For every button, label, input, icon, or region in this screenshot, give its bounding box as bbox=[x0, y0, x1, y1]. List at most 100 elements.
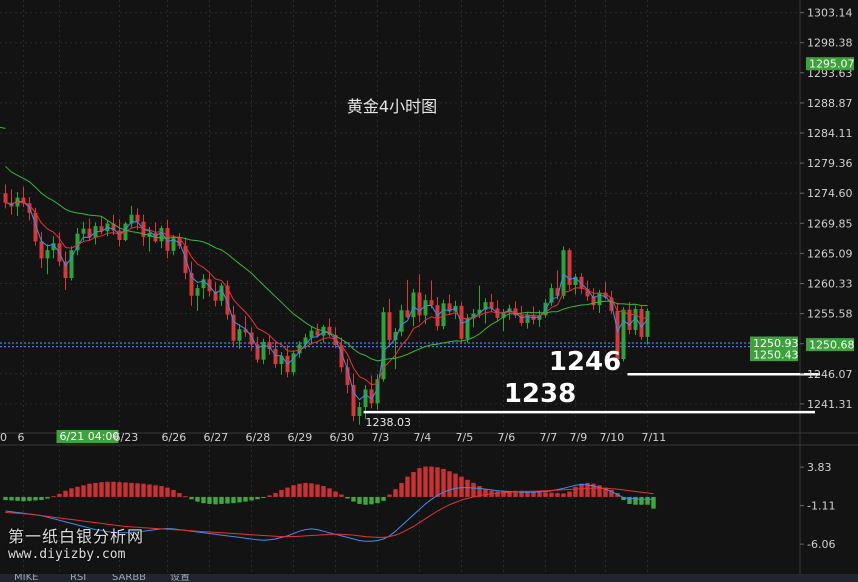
candle-body bbox=[237, 329, 242, 341]
price-tag: 1250.43 bbox=[750, 348, 799, 362]
price-axis: 1303.141298.381293.631288.871284.111279.… bbox=[750, 7, 855, 411]
candle-body bbox=[429, 300, 434, 306]
macd-histogram-bar bbox=[159, 486, 164, 497]
candle bbox=[591, 288, 596, 310]
macd-histogram-bar bbox=[555, 493, 560, 497]
tab-settings[interactable]: 设置 bbox=[170, 574, 190, 582]
macd-histogram-bar bbox=[645, 496, 650, 505]
candle-body bbox=[45, 250, 50, 259]
macd-histogram-bar bbox=[21, 496, 26, 502]
date-axis: 0 6 6/21 04:006/23 6/26 6/27 6/28 6/29 6/30 7/3 7… bbox=[0, 430, 666, 444]
macd-histogram-bar bbox=[339, 494, 344, 497]
candle bbox=[195, 284, 200, 311]
candle bbox=[261, 338, 266, 365]
macd-histogram-bar bbox=[33, 496, 38, 501]
y-tick-label: 1255.58 bbox=[807, 308, 853, 321]
y-tick-label: 1303.14 bbox=[807, 7, 853, 20]
macd-histogram-bar bbox=[231, 496, 236, 504]
macd-histogram-bar bbox=[537, 491, 542, 497]
macd-histogram-bar bbox=[153, 485, 158, 497]
macd-histogram-bar bbox=[81, 485, 86, 497]
x-tick-label: 6/23 bbox=[114, 431, 139, 444]
tab-rsi[interactable]: RSI bbox=[70, 574, 86, 582]
macd-histogram-bar bbox=[201, 496, 206, 504]
macd-histogram-bar bbox=[345, 496, 350, 499]
macd-histogram-bar bbox=[249, 496, 254, 501]
candle bbox=[243, 315, 248, 337]
macd-histogram-bar bbox=[243, 496, 248, 502]
macd-histogram-bar bbox=[579, 483, 584, 497]
candle-body bbox=[39, 241, 44, 259]
macd-histogram-bar bbox=[429, 466, 434, 497]
macd-histogram-bar bbox=[99, 482, 104, 497]
candle bbox=[363, 384, 368, 420]
macd-histogram-bar bbox=[549, 492, 554, 497]
candle bbox=[429, 280, 434, 309]
x-tick-label: 6/29 bbox=[288, 431, 313, 444]
x-tick-label: 7/10 bbox=[600, 431, 625, 444]
tab-sarbb[interactable]: SARBB bbox=[112, 574, 146, 582]
x-tick-label: 6/26 bbox=[162, 431, 187, 444]
macd-histogram-bar bbox=[171, 489, 176, 497]
macd-histogram-bar bbox=[315, 484, 320, 497]
y-tick-label: 1269.85 bbox=[807, 217, 853, 230]
x-tick-label: 6/30 bbox=[330, 431, 355, 444]
macd-histogram-bar bbox=[321, 486, 326, 497]
x-tick-label: 6/27 bbox=[204, 431, 229, 444]
y-tick-label: 1284.11 bbox=[807, 127, 853, 140]
macd-histogram-bar bbox=[357, 496, 362, 504]
macd-histogram-bar bbox=[3, 496, 8, 501]
watermark: 第一纸白银分析网 www.diyizby.com bbox=[8, 528, 144, 564]
macd-histogram-bar bbox=[567, 491, 572, 497]
candle bbox=[255, 336, 260, 363]
low-price-label: 1238.03 bbox=[366, 416, 412, 429]
macd-histogram-bar bbox=[543, 492, 548, 497]
candle bbox=[63, 251, 68, 291]
macd-histogram-bar bbox=[135, 483, 140, 497]
tab-mike[interactable]: MIKE bbox=[14, 574, 38, 582]
x-tick-label: 7/4 bbox=[414, 431, 432, 444]
price-tag-label: 1250.43 bbox=[753, 349, 799, 362]
candle bbox=[513, 301, 518, 318]
candle-body bbox=[417, 292, 422, 316]
macd-histogram-bar bbox=[165, 487, 170, 497]
macd-histogram-bar bbox=[651, 496, 656, 509]
macd-histogram-bar bbox=[273, 493, 278, 497]
candle bbox=[627, 302, 632, 335]
candle bbox=[219, 283, 224, 306]
macd-histogram-bar bbox=[369, 496, 374, 505]
chart-window: 1246 1238 1238.03 1303.14 1298.38 1293.63 128… bbox=[0, 0, 858, 582]
candle-body bbox=[597, 292, 602, 306]
candle-body bbox=[255, 344, 260, 360]
macd-histogram-bar bbox=[285, 487, 290, 497]
candle bbox=[453, 300, 458, 320]
macd-histogram-bar bbox=[393, 489, 398, 497]
macd-histogram-bar bbox=[117, 482, 122, 497]
candle-body bbox=[309, 330, 314, 338]
macd-histogram-bar bbox=[381, 496, 386, 501]
price-tag-label: 1295.07 bbox=[809, 58, 855, 71]
macd-histogram-bar bbox=[69, 488, 74, 497]
x-tick-label: 7/11 bbox=[642, 431, 667, 444]
candle bbox=[69, 246, 74, 281]
macd-histogram-bar bbox=[279, 489, 284, 497]
candle bbox=[573, 273, 578, 295]
macd-histogram-bar bbox=[129, 482, 134, 497]
ma-slow-line bbox=[5, 165, 648, 362]
macd-histogram-bar bbox=[9, 496, 14, 501]
macd-histogram-bar bbox=[453, 473, 458, 497]
macd-histogram-bar bbox=[471, 482, 476, 497]
macd-histogram-bar bbox=[417, 468, 422, 497]
macd-histogram-bar bbox=[423, 466, 428, 497]
candle bbox=[201, 274, 206, 299]
candle bbox=[321, 324, 326, 343]
macd-histogram-bar bbox=[459, 476, 464, 497]
macd-histogram-bar bbox=[147, 484, 152, 497]
macd-histogram-bar bbox=[633, 496, 638, 505]
macd-histogram-bar bbox=[267, 495, 272, 497]
candle bbox=[237, 324, 242, 349]
macd-histogram-bar bbox=[297, 483, 302, 497]
candle-body bbox=[117, 230, 122, 241]
candle bbox=[639, 305, 644, 341]
macd-histogram-bar bbox=[375, 496, 380, 504]
